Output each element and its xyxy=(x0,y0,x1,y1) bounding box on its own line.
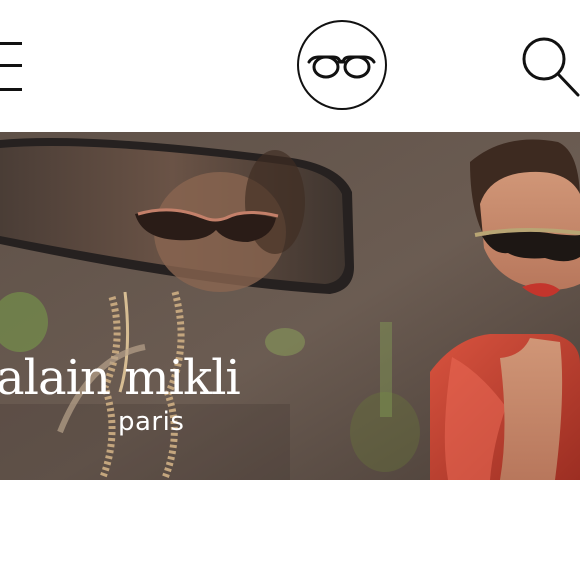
hamburger-menu-icon[interactable] xyxy=(0,42,24,94)
search-button[interactable] xyxy=(520,34,580,98)
eyeglasses-icon xyxy=(307,55,376,79)
page: alain mikli paris xyxy=(0,0,580,579)
brand-name: alain mikli xyxy=(0,350,241,406)
logo-button[interactable] xyxy=(297,20,387,110)
brand-city: paris xyxy=(118,407,185,437)
hero-photo xyxy=(0,132,580,480)
header xyxy=(0,0,580,132)
search-icon xyxy=(522,37,580,97)
hero-banner[interactable]: alain mikli paris xyxy=(0,132,580,480)
